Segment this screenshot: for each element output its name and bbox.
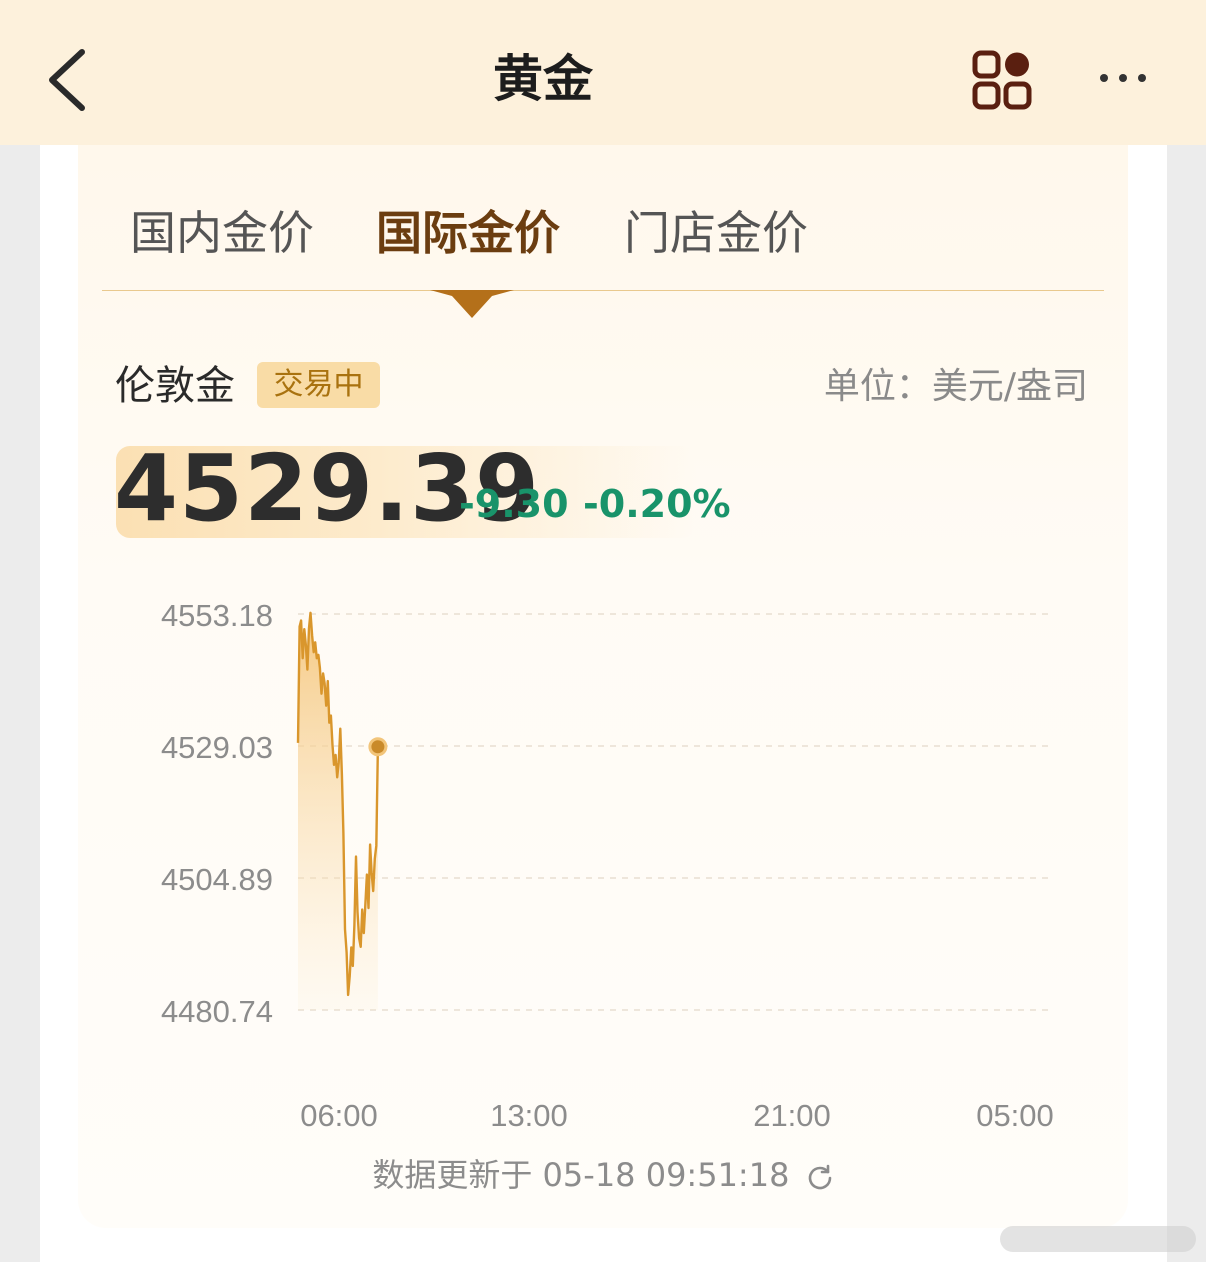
y-tick-label: 4529.03 xyxy=(161,730,273,765)
intraday-price-chart: 4553.18 4529.03 4504.89 4480.74 06:00 13:00 2… xyxy=(161,598,1054,1133)
y-tick-label: 4504.89 xyxy=(161,862,273,897)
x-tick-label: 06:00 xyxy=(300,1098,378,1133)
price-change-percent: -0.20% xyxy=(583,482,731,526)
data-update-time: 数据更新于 05-18 09:51:18 xyxy=(372,1156,790,1194)
series-area xyxy=(298,612,378,1010)
y-tick-label: 4480.74 xyxy=(161,994,273,1029)
chart-gridlines xyxy=(298,613,1050,1011)
chart-x-axis: 06:00 13:00 21:00 05:00 xyxy=(300,1098,1054,1133)
tab-store-gold-price[interactable]: 门店金价 xyxy=(624,200,808,266)
tab-divider xyxy=(102,290,1104,291)
page-title: 黄金 xyxy=(493,50,593,108)
refresh-icon[interactable] xyxy=(806,1163,834,1191)
metal-name: 伦敦金 xyxy=(115,363,235,409)
y-tick-label: 4553.18 xyxy=(161,598,273,633)
more-options-button[interactable] xyxy=(1096,58,1150,98)
last-price-marker xyxy=(368,737,388,757)
unit-value: 美元/盎司 xyxy=(931,366,1088,407)
tab-international-gold-price[interactable]: 国际金价 xyxy=(376,200,560,266)
chart-series xyxy=(296,611,388,1010)
price-change: -9.30 xyxy=(459,482,569,526)
top-app-bar: 黄金 xyxy=(0,0,1206,145)
x-tick-label: 13:00 xyxy=(490,1098,568,1133)
active-tab-indicator xyxy=(430,290,514,318)
chart-y-axis: 4553.18 4529.03 4504.89 4480.74 xyxy=(161,598,273,1029)
apps-button[interactable] xyxy=(970,48,1034,112)
x-tick-label: 05:00 xyxy=(976,1098,1054,1133)
trading-status-badge: 交易中 xyxy=(257,362,380,408)
price-unit: 单位：美元/盎司 xyxy=(824,362,1088,412)
tab-domestic-gold-price[interactable]: 国内金价 xyxy=(130,200,314,266)
data-update-row: 数据更新于 05-18 09:51:18 xyxy=(0,1153,1206,1197)
unit-label: 单位： xyxy=(823,366,932,407)
more-dots-icon xyxy=(1100,74,1146,82)
x-tick-label: 21:00 xyxy=(753,1098,831,1133)
home-indicator xyxy=(1000,1226,1196,1252)
apps-grid-icon xyxy=(972,50,1032,110)
